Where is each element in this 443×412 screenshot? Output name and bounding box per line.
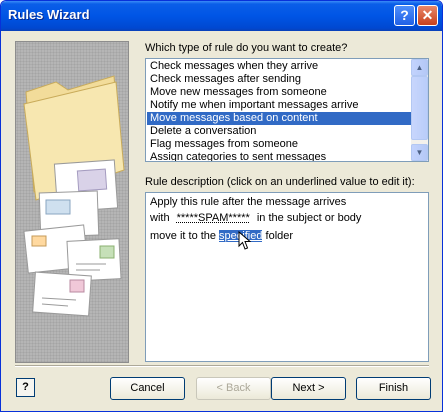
list-item[interactable]: Notify me when important messages arrive xyxy=(147,99,414,112)
rule-description-box: Apply this rule after the message arrive… xyxy=(145,192,429,362)
list-scrollbar[interactable]: ▲ ▼ xyxy=(411,59,428,161)
scroll-up-arrow-icon[interactable]: ▲ xyxy=(411,59,428,76)
scrollbar-thumb[interactable] xyxy=(411,76,428,140)
description-text: in the subject or body xyxy=(256,212,362,224)
scroll-down-arrow-icon[interactable]: ▼ xyxy=(411,144,428,161)
help-icon[interactable]: ? xyxy=(394,5,415,26)
folder-envelopes-illustration xyxy=(23,75,125,317)
description-text: with xyxy=(150,212,170,224)
back-button[interactable]: < Back xyxy=(196,377,271,400)
rule-type-prompt: Which type of rule do you want to create… xyxy=(145,42,348,54)
list-item[interactable]: Check messages when they arrive xyxy=(147,60,414,73)
window-title: Rules Wizard xyxy=(8,7,90,22)
title-bar[interactable]: Rules Wizard ? ✕ xyxy=(1,1,442,31)
list-item[interactable]: Check messages after sending xyxy=(147,73,414,86)
close-icon[interactable]: ✕ xyxy=(417,5,438,26)
rule-type-listbox[interactable]: Check messages when they arrive Check me… xyxy=(145,58,429,162)
description-line-1: Apply this rule after the message arrive… xyxy=(150,196,347,208)
list-item-selected[interactable]: Move messages based on content xyxy=(147,112,414,125)
divider xyxy=(15,365,429,367)
next-button[interactable]: Next > xyxy=(271,377,346,400)
description-text: move it to the xyxy=(150,230,217,242)
help-question-icon[interactable]: ? xyxy=(16,378,35,397)
description-text: folder xyxy=(265,230,294,242)
list-item[interactable]: Delete a conversation xyxy=(147,125,414,138)
list-item[interactable]: Flag messages from someone xyxy=(147,138,414,151)
rule-description-prompt: Rule description (click on an underlined… xyxy=(145,176,415,188)
wizard-illustration xyxy=(15,41,129,363)
description-line-3: move it to thespecified folder xyxy=(150,230,293,242)
description-line-2: with *****SPAM***** in the subject or bo… xyxy=(150,212,361,224)
finish-button[interactable]: Finish xyxy=(356,377,431,400)
mouse-pointer-icon xyxy=(238,231,252,250)
cancel-button[interactable]: Cancel xyxy=(110,377,185,400)
rules-wizard-window: Rules Wizard ? ✕ Which type of rule do y… xyxy=(0,0,443,412)
list-item[interactable]: Move new messages from someone xyxy=(147,86,414,99)
spam-keyword-link[interactable]: *****SPAM***** xyxy=(177,212,250,224)
list-item[interactable]: Assign categories to sent messages xyxy=(147,151,414,161)
